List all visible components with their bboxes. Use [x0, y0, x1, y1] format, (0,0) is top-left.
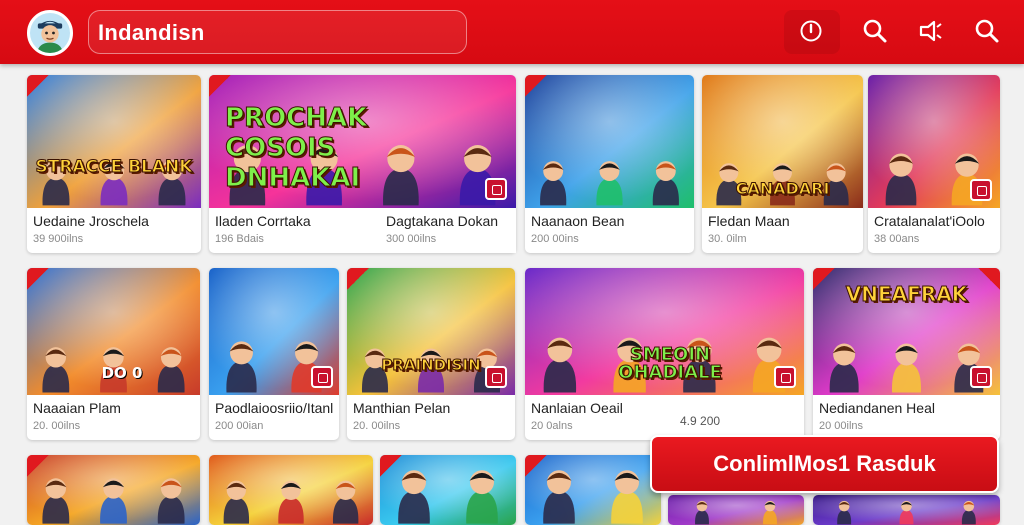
game-thumbnail — [27, 75, 201, 208]
game-meta: 20. 00ilns — [353, 420, 401, 432]
game-card[interactable]: CANADARI Fledan Maan 30. 0ilm — [702, 75, 863, 253]
game-meta: 200 00ian — [215, 420, 264, 432]
game-thumbnail-title: STRACCE BLANK — [35, 157, 193, 177]
game-card[interactable] — [668, 495, 804, 525]
share-icon[interactable] — [917, 17, 943, 45]
game-meta: 196 Bdais — [215, 233, 264, 245]
game-thumbnail — [813, 495, 1000, 525]
game-thumbnail — [209, 455, 373, 525]
game-card[interactable] — [525, 455, 661, 525]
game-card[interactable]: DO 0 Naaaian Plam 20. 00ilns — [27, 268, 200, 440]
game-meta: 20 00ilns — [819, 420, 864, 432]
game-title: Fledan Maan — [708, 213, 790, 229]
game-meta: 20 0alns — [531, 420, 573, 432]
game-card[interactable]: STRACCE BLANK Uedaine Jroschela 39 900il… — [27, 75, 201, 253]
game-meta: 20. 00ilns — [33, 420, 81, 432]
game-card[interactable]: VNEAFRAK Nediandanen Heal 20 00ilns — [813, 268, 1000, 440]
game-title: Dagtakana Dokan — [386, 213, 499, 229]
game-thumbnail-title: SMEOIN OHADIALE — [618, 346, 723, 382]
game-thumbnail — [27, 455, 200, 525]
game-card[interactable]: PRAINDISIN Manthian Pelan 20. 00ilns — [347, 268, 515, 440]
top-app-bar: Indandisn — [0, 0, 1024, 64]
game-title: Manthian Pelan — [353, 400, 451, 416]
game-card[interactable] — [813, 495, 1000, 525]
corner-ribbon — [525, 75, 547, 97]
corner-ribbon — [27, 268, 49, 290]
search-icon[interactable] — [862, 17, 888, 45]
corner-ribbon — [347, 268, 369, 290]
game-thumbnail-title: PROCHAK COSOIS DNHAKAI — [225, 103, 368, 193]
game-thumbnail-title: CANADARI — [735, 179, 830, 198]
game-title: Uedaine Jroschela — [33, 213, 149, 229]
game-card[interactable]: Naanaon Bean 200 00ins — [525, 75, 694, 253]
thumbnail-glow — [668, 495, 804, 525]
game-card-caption[interactable]: Dagtakana Dokan 300 00ilns — [380, 213, 516, 253]
corner-ribbon — [209, 75, 231, 97]
game-title: Iladen Corrtaka — [215, 213, 311, 229]
video-badge-icon — [311, 366, 333, 388]
game-title: Nanlaian Oeail — [531, 400, 623, 416]
search-input-value: Indandisn — [98, 20, 205, 45]
game-thumbnail — [525, 75, 694, 208]
power-icon[interactable] — [798, 17, 824, 45]
rating-meta: 4.9 200 — [680, 414, 721, 428]
avatar-image — [30, 13, 70, 53]
game-title: Cratalanalat'iOolo — [874, 213, 985, 229]
search-input[interactable]: Indandisn — [88, 10, 467, 54]
game-meta: 38 00ans — [874, 233, 920, 245]
game-thumbnail-title: VNEAFRAK — [845, 282, 968, 306]
game-meta: 300 00ilns — [386, 233, 437, 245]
game-meta: 30. 0ilm — [708, 233, 747, 245]
game-meta: 200 00ins — [531, 233, 579, 245]
video-badge-icon — [774, 366, 796, 388]
video-badge-icon — [485, 366, 507, 388]
game-title: Naanaon Bean — [531, 213, 625, 229]
game-title: Nediandanen Heal — [819, 400, 935, 416]
search-icon-secondary[interactable] — [974, 17, 1000, 45]
game-card[interactable]: Cratalanalat'iOolo 38 00ans — [868, 75, 1000, 253]
game-meta: 39 900ilns — [33, 233, 84, 245]
game-thumbnail — [668, 495, 804, 525]
game-card[interactable]: SMEOIN OHADIALE Nanlaian Oeail 20 0alns … — [525, 268, 804, 440]
game-card[interactable] — [380, 455, 516, 525]
corner-ribbon — [525, 455, 547, 477]
game-thumbnail-title: DO 0 — [101, 364, 143, 382]
cta-button-label: ConlimlMos1 Rasduk — [713, 451, 936, 476]
cta-button[interactable]: ConlimlMos1 Rasduk — [650, 435, 999, 493]
game-card[interactable] — [27, 455, 200, 525]
game-card[interactable]: Paodlaioosriio/Itanl 200 00ian — [209, 268, 339, 440]
game-title: Naaaian Plam — [33, 400, 121, 416]
video-badge-icon — [485, 178, 507, 200]
corner-ribbon — [27, 455, 49, 477]
corner-ribbon — [380, 455, 402, 477]
video-badge-icon — [970, 366, 992, 388]
avatar[interactable] — [27, 10, 73, 56]
game-title: Paodlaioosriio/Itanl — [215, 400, 334, 416]
corner-ribbon — [27, 75, 49, 97]
game-card[interactable] — [209, 455, 373, 525]
video-badge-icon — [970, 179, 992, 201]
